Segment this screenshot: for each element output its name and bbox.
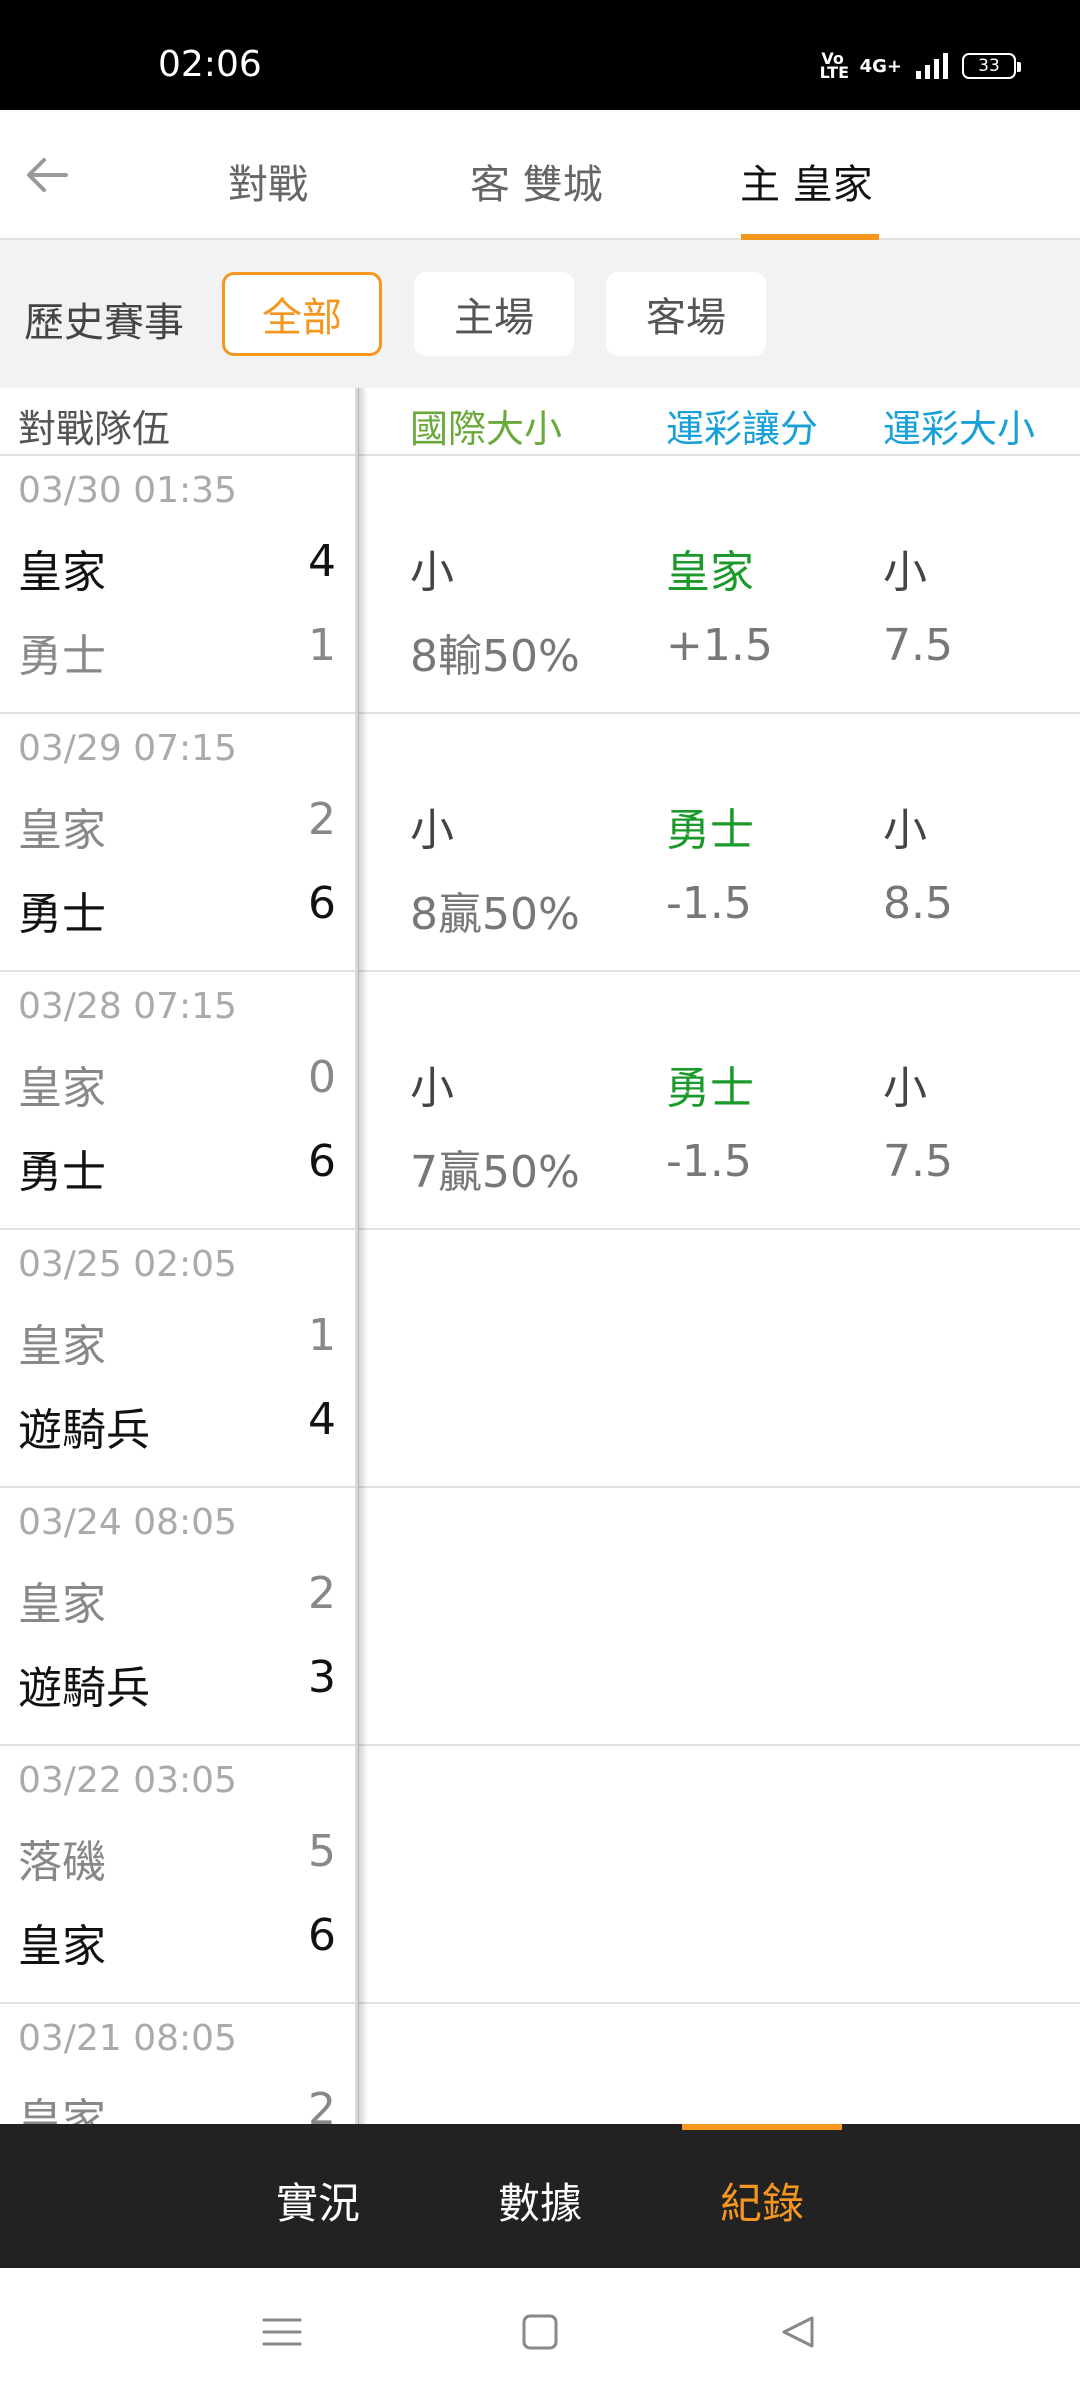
tab-away-team[interactable]: 客 雙城 — [470, 152, 603, 210]
network-type-label: 4G+ — [859, 55, 902, 77]
team-name: 皇家 — [18, 1321, 106, 1372]
tab-home-team[interactable]: 主 皇家 — [740, 152, 873, 210]
team-score: 1 — [308, 1310, 336, 1361]
header-intl-total: 國際大小 — [410, 407, 563, 451]
over-under-result: 小 — [883, 1063, 927, 1114]
tab-records[interactable]: 紀錄 — [720, 2170, 804, 2231]
tab-matchup[interactable]: 對戰 — [228, 152, 308, 210]
status-time: 02:06 — [158, 44, 262, 85]
intl-total-line: 8輸50% — [410, 631, 580, 682]
match-date: 03/21 08:05 — [18, 2018, 237, 2059]
match-date: 03/25 02:05 — [18, 1244, 237, 1285]
intl-total-line: 8贏50% — [410, 889, 580, 940]
match-date: 03/22 03:05 — [18, 1760, 237, 1801]
bottom-tab-bar: 實況 數據 紀錄 — [0, 2124, 1080, 2268]
team-score: 3 — [308, 1652, 336, 1703]
team-name: 遊騎兵 — [18, 1405, 150, 1456]
team-score: 6 — [308, 878, 336, 929]
over-under-line: 7.5 — [883, 1136, 953, 1187]
intl-total-result: 小 — [410, 1063, 454, 1114]
team-name: 遊騎兵 — [18, 1663, 150, 1714]
filter-chip-home[interactable]: 主場 — [414, 272, 574, 356]
spread-team: 皇家 — [666, 547, 754, 598]
over-under-line: 8.5 — [883, 878, 953, 929]
team-score: 2 — [308, 794, 336, 845]
spread-line: +1.5 — [666, 620, 773, 671]
intl-total-result: 小 — [410, 547, 454, 598]
team-score: 6 — [308, 1136, 336, 1187]
header-teams: 對戰隊伍 — [18, 407, 171, 451]
match-date: 03/29 07:15 — [18, 728, 237, 769]
signal-icon — [916, 53, 948, 79]
header-over-under: 運彩大小 — [883, 407, 1036, 451]
team-name: 皇家 — [18, 1063, 106, 1114]
team-name: 勇士 — [18, 1147, 106, 1198]
menu-icon[interactable] — [262, 2312, 302, 2352]
team-score: 0 — [308, 1052, 336, 1103]
team-score: 6 — [308, 1910, 336, 1961]
table-row[interactable]: 03/29 07:15 皇家 2 勇士 6 小 8贏50% 勇士 -1.5 小 … — [0, 714, 1080, 972]
history-filter-bar: 歷史賽事 全部 主場 客場 — [0, 240, 1080, 388]
filter-label: 歷史賽事 — [24, 300, 184, 346]
team-score: 4 — [308, 1394, 336, 1445]
column-divider-shadow — [358, 388, 368, 2124]
team-name: 勇士 — [18, 889, 106, 940]
team-score: 4 — [308, 536, 336, 587]
filter-chip-all[interactable]: 全部 — [222, 272, 382, 356]
table-row[interactable]: 03/22 03:05 落磯 5 皇家 6 — [0, 1746, 1080, 2004]
table-header: 對戰隊伍 國際大小 運彩讓分 運彩大小 — [0, 388, 1080, 456]
spread-line: -1.5 — [666, 878, 752, 929]
over-under-result: 小 — [883, 547, 927, 598]
intl-total-result: 小 — [410, 805, 454, 856]
spread-team: 勇士 — [666, 1063, 754, 1114]
spread-line: -1.5 — [666, 1136, 752, 1187]
team-score: 2 — [308, 1568, 336, 1619]
team-score: 1 — [308, 620, 336, 671]
table-row[interactable]: 03/28 07:15 皇家 0 勇士 6 小 7贏50% 勇士 -1.5 小 … — [0, 972, 1080, 1230]
team-name: 皇家 — [18, 1579, 106, 1630]
team-name: 皇家 — [18, 805, 106, 856]
team-name: 勇士 — [18, 631, 106, 682]
team-name: 皇家 — [18, 2095, 106, 2124]
team-name: 皇家 — [18, 547, 106, 598]
square-home-icon[interactable] — [520, 2312, 560, 2352]
match-date: 03/30 01:35 — [18, 470, 237, 511]
match-date: 03/28 07:15 — [18, 986, 237, 1027]
match-date: 03/24 08:05 — [18, 1502, 237, 1543]
table-row[interactable]: 03/21 08:05 皇家 2 — [0, 2004, 1080, 2124]
tab-stats[interactable]: 數據 — [498, 2170, 582, 2231]
arrow-left-icon[interactable] — [22, 150, 72, 200]
system-nav-bar — [0, 2268, 1080, 2400]
table-row[interactable]: 03/30 01:35 皇家 4 勇士 1 小 8輸50% 皇家 +1.5 小 … — [0, 456, 1080, 714]
team-name: 落磯 — [18, 1837, 106, 1888]
intl-total-line: 7贏50% — [410, 1147, 580, 1198]
battery-icon: 33 — [962, 53, 1021, 79]
match-history-list[interactable]: 03/30 01:35 皇家 4 勇士 1 小 8輸50% 皇家 +1.5 小 … — [0, 456, 1080, 2124]
over-under-result: 小 — [883, 805, 927, 856]
status-icons: Vo LTE 4G+ 33 — [819, 49, 1021, 82]
triangle-back-icon[interactable] — [778, 2312, 818, 2352]
tab-live[interactable]: 實況 — [276, 2170, 360, 2231]
spread-team: 勇士 — [666, 805, 754, 856]
table-row[interactable]: 03/25 02:05 皇家 1 遊騎兵 4 — [0, 1230, 1080, 1488]
bottom-tab-indicator — [682, 2124, 842, 2130]
top-nav: 對戰 客 雙城 主 皇家 — [0, 110, 1080, 240]
over-under-line: 7.5 — [883, 620, 953, 671]
volte-icon: Vo LTE — [819, 49, 849, 82]
filter-chip-away[interactable]: 客場 — [606, 272, 766, 356]
status-bar: 02:06 Vo LTE 4G+ 33 — [0, 0, 1080, 110]
team-name: 皇家 — [18, 1921, 106, 1972]
header-spread: 運彩讓分 — [666, 407, 819, 451]
team-score: 2 — [308, 2084, 336, 2124]
table-row[interactable]: 03/24 08:05 皇家 2 遊騎兵 3 — [0, 1488, 1080, 1746]
team-score: 5 — [308, 1826, 336, 1877]
